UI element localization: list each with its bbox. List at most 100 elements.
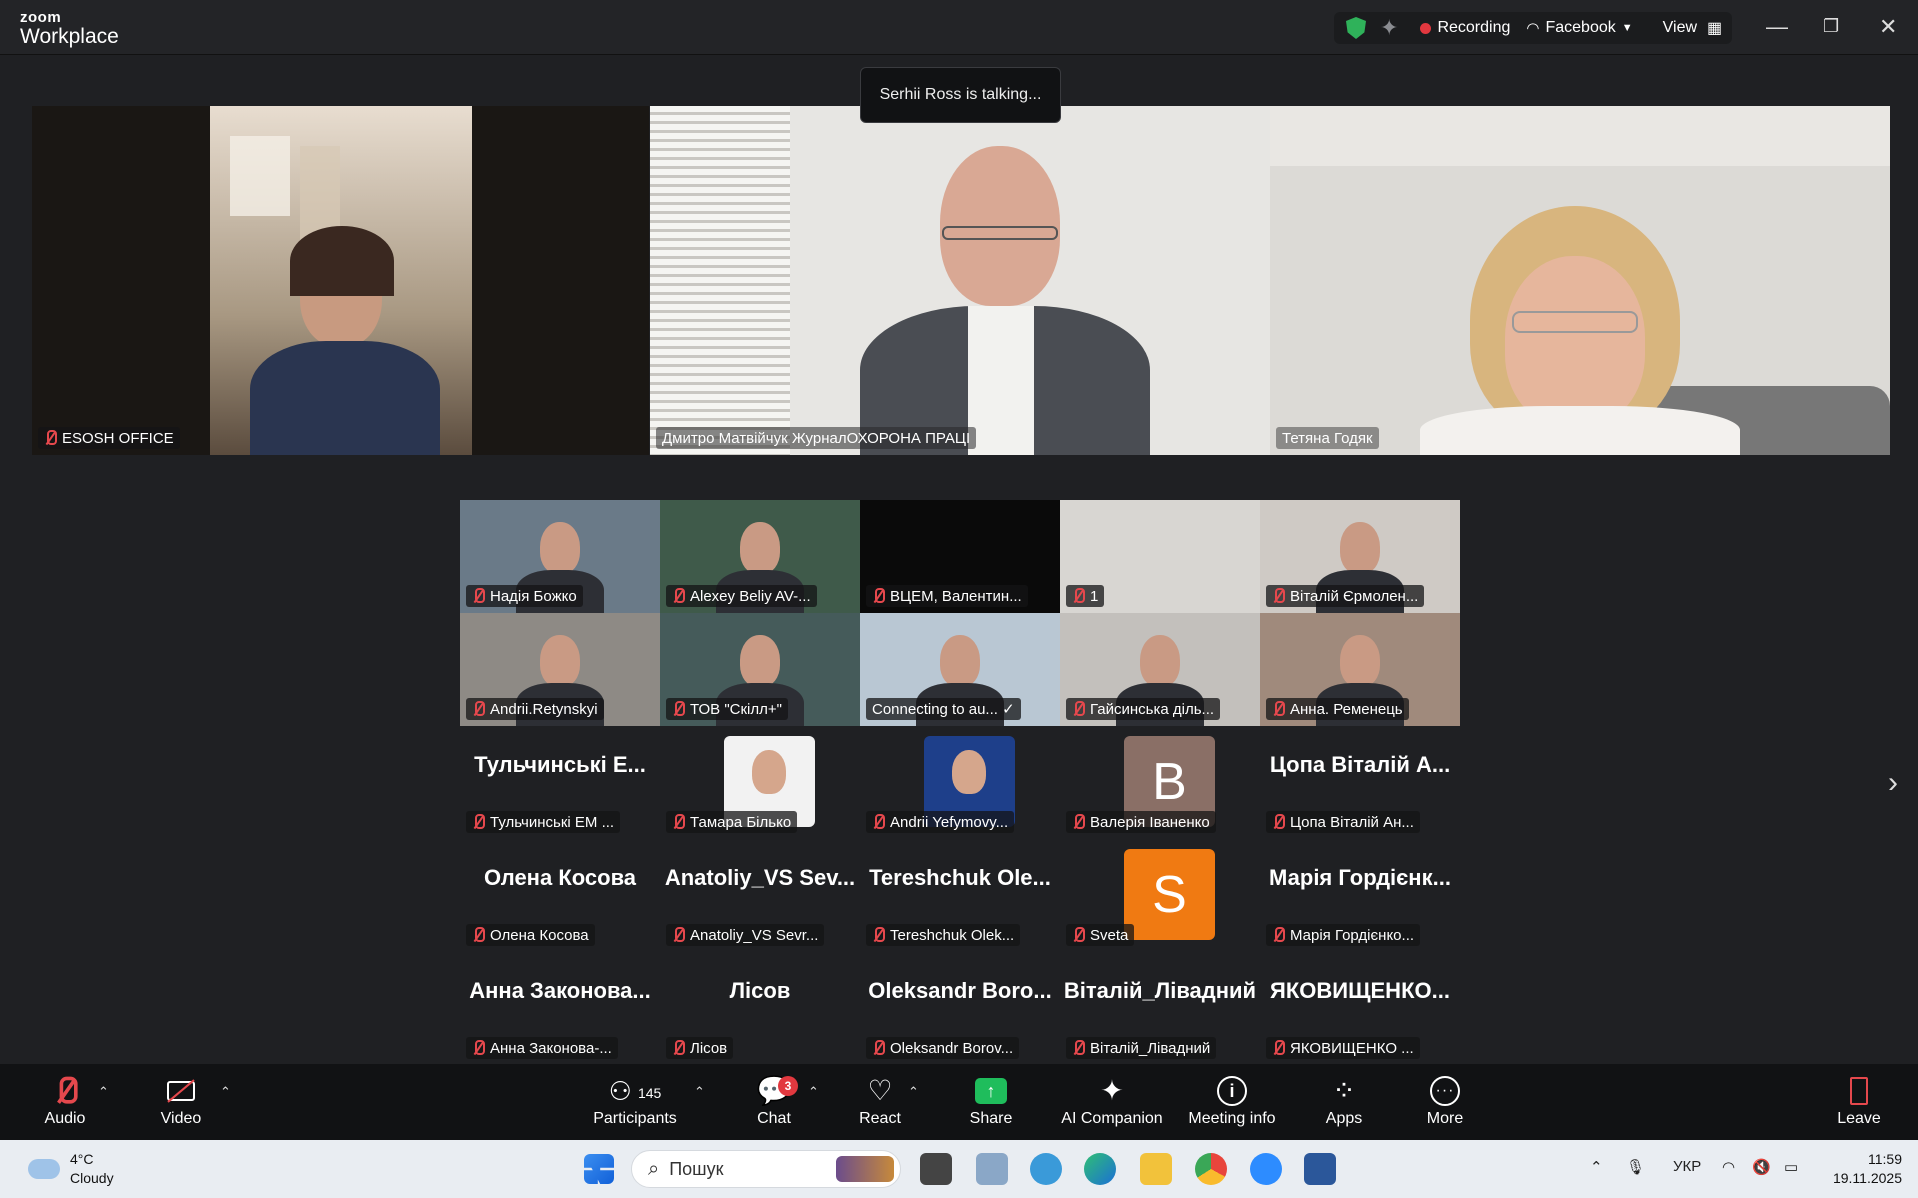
recording-indicator[interactable]: Recording (1420, 19, 1510, 37)
participant-video (1140, 635, 1180, 687)
video-tile[interactable]: Тульчинські Е... Тульчинські ЕМ ... (460, 726, 660, 839)
muted-mic-icon (44, 430, 57, 446)
video-tile[interactable]: Олена Косова Олена Косова (460, 839, 660, 952)
participants-count: 145 (637, 1085, 662, 1101)
weather-widget[interactable]: 4°C Cloudy (28, 1150, 114, 1188)
meeting-info-label: Meeting info (1188, 1110, 1276, 1127)
chat-options-caret-icon[interactable]: ⌃ (808, 1084, 819, 1100)
participant-name-label: Цопа Віталій Ан... (1266, 811, 1420, 833)
participant-name: Валерія Іваненко (1090, 813, 1210, 831)
react-label: React (859, 1110, 901, 1127)
video-tile[interactable]: 1 (1060, 500, 1260, 613)
participant-name: Andrii.Retynskyi (490, 700, 598, 718)
ai-sparkle-icon[interactable]: ✦ (1380, 15, 1398, 41)
system-clock[interactable]: 11:59 19.11.2025 (1822, 1150, 1902, 1188)
muted-mic-icon (40, 1074, 90, 1108)
video-tile[interactable]: Alexey Beliy AV-... (660, 500, 860, 613)
participant-name-label: Connecting to au... ✓ (866, 698, 1021, 720)
video-tile[interactable]: Tereshchuk Ole... Tereshchuk Olek... (860, 839, 1060, 952)
ai-companion-button[interactable]: ✦ AI Companion (1060, 1074, 1164, 1128)
encryption-shield-icon[interactable] (1346, 17, 1366, 39)
participant-name: Anatoliy_VS Sevr... (690, 926, 819, 944)
video-tile[interactable]: Andrii.Retynskyi (460, 613, 660, 726)
file-explorer-icon[interactable] (1140, 1153, 1172, 1185)
react-options-caret-icon[interactable]: ⌃ (908, 1084, 919, 1100)
minimize-icon[interactable]: — (1766, 14, 1788, 40)
zoom-app-icon[interactable] (1250, 1153, 1282, 1185)
video-tile[interactable]: Віталій_Лівадний Віталій_Лівадний (1060, 952, 1260, 1065)
photos-icon[interactable] (1030, 1153, 1062, 1185)
video-tile[interactable]: Лісов Лісов (660, 952, 860, 1065)
view-button[interactable]: View ▦ (1663, 18, 1723, 38)
video-tile[interactable]: Анна. Ременець (1260, 613, 1460, 726)
muted-mic-icon (472, 1040, 485, 1056)
video-tile[interactable]: Oleksandr Boro... Oleksandr Borov... (860, 952, 1060, 1065)
leave-button[interactable]: Leave (1836, 1074, 1882, 1128)
participant-name-label: Andrii Yefymovy... (866, 811, 1015, 833)
video-button[interactable]: Video (156, 1074, 206, 1128)
chrome-icon[interactable] (1195, 1153, 1227, 1185)
restore-icon[interactable]: ❐ (1823, 16, 1839, 37)
livestream-indicator[interactable]: ◠ Facebook ▼ (1526, 19, 1632, 37)
video-tile[interactable]: B Валерія Іваненко (1060, 726, 1260, 839)
participant-name: Дмитро Матвійчук ЖурналОХОРОНА ПРАЦІ (662, 429, 971, 447)
video-tile[interactable]: ТОВ "Скілл+" (660, 613, 860, 726)
share-button[interactable]: ↑ Share (966, 1074, 1016, 1128)
snipping-tool-icon[interactable] (976, 1153, 1008, 1185)
windows-start-icon[interactable] (584, 1154, 614, 1184)
video-tile[interactable]: Віталій Єрмолен... (1260, 500, 1460, 613)
ai-sparkle-icon: ✦ (1100, 1075, 1124, 1106)
word-icon[interactable] (1304, 1153, 1336, 1185)
video-tile-featured-2[interactable]: Дмитро Матвійчук ЖурналОХОРОНА ПРАЦІ (650, 106, 1270, 455)
more-button[interactable]: ··· More (1422, 1074, 1468, 1128)
share-label: Share (969, 1110, 1013, 1127)
close-icon[interactable]: ✕ (1879, 14, 1897, 40)
taskbar-search[interactable]: ⌕ Пошук (631, 1150, 901, 1188)
volume-muted-icon[interactable]: 🔇 (1752, 1158, 1771, 1176)
participant-name: Oleksandr Borov... (890, 1039, 1014, 1057)
video-tile[interactable]: Andrii Yefymovy... (860, 726, 1060, 839)
audio-button[interactable]: Audio (40, 1074, 90, 1128)
video-tile[interactable]: Anatoliy_VS Sev... Anatoliy_VS Sevr... (660, 839, 860, 952)
battery-icon[interactable]: ▭ (1784, 1158, 1798, 1176)
logo-zoom: zoom (20, 9, 62, 26)
video-tile-featured-1[interactable]: ESOSH OFFICE (32, 106, 649, 455)
mic-tray-icon[interactable]: 🎙 (1626, 1158, 1645, 1176)
video-tile[interactable]: Надія Божко (460, 500, 660, 613)
edge-browser-icon[interactable] (1084, 1153, 1116, 1185)
video-tile[interactable]: ЯКОВИЩЕНКО... ЯКОВИЩЕНКО ... (1260, 952, 1460, 1065)
video-tile[interactable]: ВЦЕМ, Валентин... (860, 500, 1060, 613)
muted-mic-icon (1272, 588, 1285, 604)
meeting-info-button[interactable]: i Meeting info (1186, 1074, 1278, 1128)
video-tile[interactable]: Гайсинська діль... (1060, 613, 1260, 726)
participants-options-caret-icon[interactable]: ⌃ (694, 1084, 705, 1100)
video-tile[interactable]: Тамара Білько (660, 726, 860, 839)
participant-name-label: Лісов (666, 1037, 734, 1059)
video-tile[interactable]: Цопа Віталій А... Цопа Віталій Ан... (1260, 726, 1460, 839)
participant-name: ВЦЕМ, Валентин... (890, 587, 1022, 605)
react-button[interactable]: ♡ React (858, 1074, 902, 1128)
audio-options-caret-icon[interactable]: ⌃ (98, 1084, 109, 1100)
participant-display-name: Віталій_Лівадний (1063, 978, 1257, 1003)
participants-button[interactable]: ⚇ 145 Participants (590, 1074, 680, 1128)
video-tile[interactable]: Анна Законова... Анна Законова-... (460, 952, 660, 1065)
chat-button[interactable]: 💬 3 Chat (752, 1074, 798, 1128)
participant-name-label: ТОВ "Скілл+" (666, 698, 788, 720)
video-options-caret-icon[interactable]: ⌃ (220, 1084, 231, 1100)
keyboard-language[interactable]: УКР (1673, 1158, 1701, 1175)
tray-chevron-up-icon[interactable]: ⌃ (1590, 1158, 1603, 1176)
wifi-icon[interactable]: ◠ (1722, 1158, 1735, 1176)
participant-name: Віталій_Лівадний (1090, 1039, 1211, 1057)
video-tile[interactable]: Марія Гордієнк... Марія Гордієнко... (1260, 839, 1460, 952)
participant-name: Олена Косова (490, 926, 589, 944)
video-tile[interactable]: S Sveta (1060, 839, 1260, 952)
chevron-right-icon[interactable]: › (1888, 766, 1898, 800)
apps-button[interactable]: ⁘ Apps (1322, 1074, 1366, 1128)
video-tile-featured-3[interactable]: Тетяна Годяк (1270, 106, 1890, 455)
task-view-icon[interactable] (920, 1153, 952, 1185)
clock-date: 19.11.2025 (1832, 1170, 1902, 1186)
participant-display-name: Олена Косова (483, 865, 637, 890)
participant-display-name: ЯКОВИЩЕНКО... (1270, 978, 1450, 1003)
video-tile[interactable]: Connecting to au... ✓ (860, 613, 1060, 726)
apps-label: Apps (1325, 1110, 1363, 1127)
